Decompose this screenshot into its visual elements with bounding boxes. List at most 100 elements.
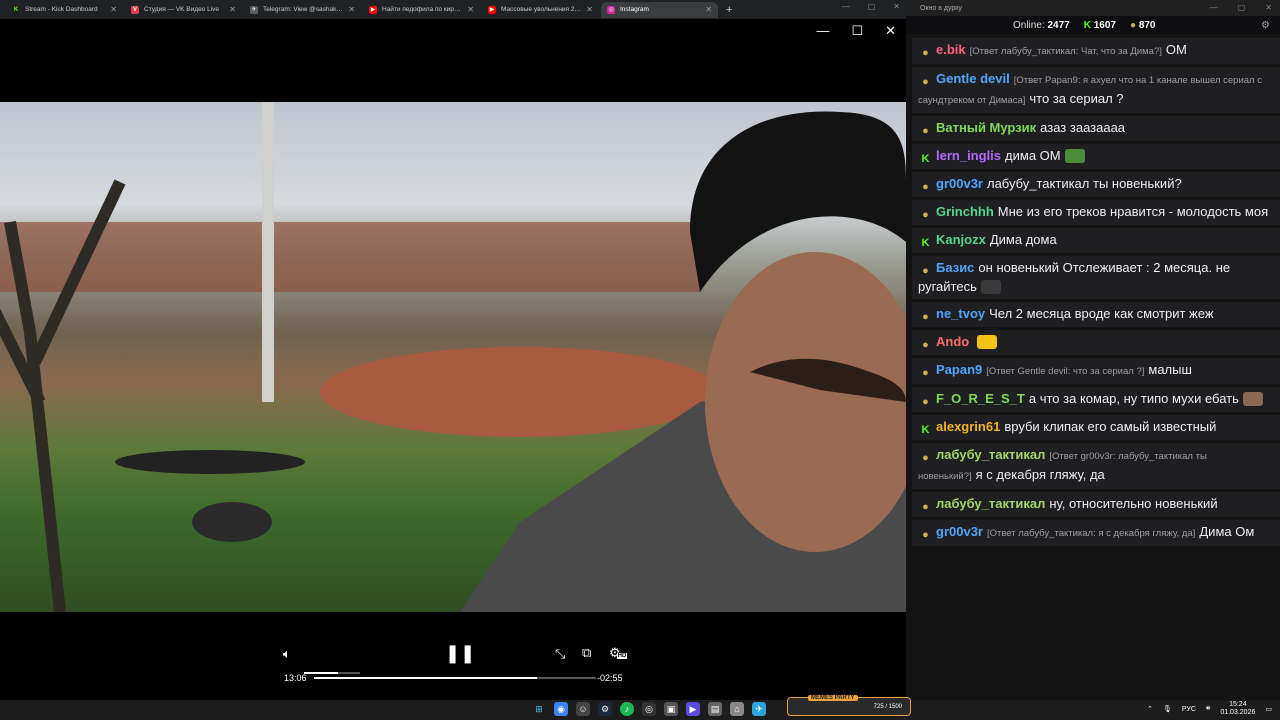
maximize-icon[interactable]: ▢ bbox=[1238, 3, 1246, 12]
online-stat: Online: 2477 bbox=[1013, 20, 1070, 31]
chat-username[interactable]: лабубу_тактикал bbox=[936, 447, 1045, 462]
chat-username[interactable]: Gentle devil bbox=[936, 71, 1010, 86]
chat-username[interactable]: Papan9 bbox=[936, 362, 982, 377]
clock[interactable]: 15:24 01.03.2026 bbox=[1220, 701, 1255, 717]
browser-tab[interactable]: ▶ Массовые увольнения 2026. ✕ bbox=[482, 2, 599, 18]
quality-settings-icon[interactable]: ⚙HD bbox=[609, 645, 628, 661]
tab-title: Студия — VK Видео Live bbox=[144, 6, 220, 13]
chat-message: ● Базис он новенький Отслеживает : 2 месяц… bbox=[912, 256, 1280, 299]
notification-icon[interactable]: ▭ bbox=[1265, 705, 1272, 713]
chat-username[interactable]: Kanjozx bbox=[936, 232, 986, 247]
steam-icon[interactable]: ⚙ bbox=[598, 702, 612, 716]
chat-text: Мне из его треков нравится - молодость м… bbox=[997, 204, 1269, 219]
chat-username[interactable]: Базис bbox=[936, 260, 974, 275]
browser-tab[interactable]: ▶ Найти педофила по кирпичу ✕ bbox=[363, 2, 480, 18]
windows-taskbar: ⊞ ◉ ☺ ⚙ ♪ ◎ ▣ ▶ ▤ ⌂ ✈ ⌃ 🎙︎ РУС 🔊︎ 15:24 0… bbox=[0, 700, 1280, 720]
chat-message-list: ● e.bik [Ответ лабубу_тактикал: Чат, что з… bbox=[912, 38, 1280, 549]
chat-username[interactable]: gr00v3r bbox=[936, 524, 983, 539]
hd-label: HD bbox=[616, 653, 628, 659]
pepe-badge-icon: ● bbox=[922, 311, 929, 323]
chat-message: ● лабубу_тактикал [Ответ gr00v3r: лабубу_т… bbox=[912, 443, 1280, 489]
new-tab-button[interactable]: + bbox=[726, 4, 732, 16]
picture-in-picture-icon[interactable]: ⧉ bbox=[582, 645, 591, 661]
telegram-icon[interactable]: ✈ bbox=[752, 702, 766, 716]
chat-username[interactable]: F_O_R_E_S_T bbox=[936, 391, 1025, 406]
chat-message: ● e.bik [Ответ лабубу_тактикал: Чат, что з… bbox=[912, 38, 1280, 64]
exit-fullscreen-icon[interactable]: ⤡ bbox=[555, 646, 565, 662]
other-count: 870 bbox=[1138, 19, 1156, 31]
obs-icon[interactable]: ◎ bbox=[642, 702, 656, 716]
chat-username[interactable]: alexgrin61 bbox=[936, 419, 1000, 434]
media-icon[interactable]: ▶ bbox=[686, 702, 700, 716]
maximize-icon[interactable]: ▢ bbox=[868, 2, 876, 11]
close-icon[interactable]: ✕ bbox=[893, 2, 900, 11]
chat-window-title: Окно в дурку bbox=[920, 4, 962, 12]
video-frame[interactable] bbox=[0, 102, 906, 612]
chrome-icon[interactable]: ◉ bbox=[554, 702, 568, 716]
chat-message: ● gr00v3r лабубу_тактикал ты новенький? bbox=[912, 172, 1280, 197]
app-icon-2[interactable]: ▤ bbox=[708, 702, 722, 716]
tab-close-icon[interactable]: ✕ bbox=[229, 5, 236, 14]
volume-tray-icon[interactable]: 🔊︎ bbox=[1206, 705, 1210, 713]
tab-title: Найти педофила по кирпичу bbox=[382, 6, 463, 13]
minimize-icon[interactable]: — bbox=[816, 23, 829, 39]
kick-count: 1607 bbox=[1093, 19, 1116, 31]
settings-icon[interactable]: ⚙ bbox=[1261, 20, 1270, 31]
chat-username[interactable]: Ando bbox=[936, 334, 969, 349]
app-icon[interactable]: ▣ bbox=[664, 702, 678, 716]
browser-tab[interactable]: K Stream - Kick Dashboard ✕ bbox=[6, 2, 123, 18]
chat-username[interactable]: gr00v3r bbox=[936, 176, 983, 191]
close-icon[interactable]: ✕ bbox=[1265, 3, 1272, 12]
chat-window-titlebar: Окно в дурку — ▢ ✕ bbox=[906, 0, 1280, 16]
windows-start-icon[interactable]: ⊞ bbox=[532, 702, 546, 716]
discord-icon[interactable]: ☺ bbox=[576, 702, 590, 716]
browser-tab[interactable]: V Студия — VK Видео Live ✕ bbox=[125, 2, 242, 18]
chat-message: ● Papan9 [Ответ Gentle devil: что за сериа… bbox=[912, 358, 1280, 384]
reply-quote: [Ответ лабубу_тактикал: я с декабря гляж… bbox=[986, 528, 1196, 539]
chat-username[interactable]: Grinchhh bbox=[936, 204, 994, 219]
maximize-icon[interactable]: ☐ bbox=[851, 23, 863, 39]
kick-icon: K bbox=[1083, 19, 1091, 31]
pepe-badge-icon: ● bbox=[922, 265, 929, 277]
mic-icon[interactable]: 🎙︎ bbox=[1163, 705, 1172, 713]
pause-icon[interactable]: ❚❚ bbox=[445, 643, 475, 664]
tab-close-icon[interactable]: ✕ bbox=[705, 5, 712, 14]
volume-slider[interactable] bbox=[304, 672, 360, 674]
minimize-icon[interactable]: — bbox=[842, 2, 850, 11]
spotify-icon[interactable]: ♪ bbox=[620, 702, 634, 716]
chat-username[interactable]: e.bik bbox=[936, 42, 966, 57]
chat-message: ● лабубу_тактикал ну, относительно новеньк… bbox=[912, 492, 1280, 517]
chat-username[interactable]: ne_tvoy bbox=[936, 306, 985, 321]
chat-text: я с декабря гляжу, да bbox=[975, 467, 1105, 482]
volume-icon[interactable]: 🔈︎ bbox=[283, 646, 291, 662]
app-icon-3[interactable]: ⌂ bbox=[730, 702, 744, 716]
seek-bar[interactable] bbox=[314, 677, 596, 679]
pepe-badge-icon: ● bbox=[922, 181, 929, 193]
chevron-up-icon[interactable]: ⌃ bbox=[1147, 705, 1153, 713]
tab-title: Stream - Kick Dashboard bbox=[25, 6, 98, 13]
minimize-icon[interactable]: — bbox=[1210, 3, 1218, 12]
browser-tab[interactable]: ◎ Instagram ✕ bbox=[601, 1, 718, 18]
tab-favicon-icon: ▶ bbox=[369, 5, 377, 14]
close-icon[interactable]: ✕ bbox=[885, 23, 896, 39]
language-indicator[interactable]: РУС bbox=[1182, 706, 1196, 713]
browser-tab-strip: K Stream - Kick Dashboard ✕ V Студия — VK Ви… bbox=[0, 0, 906, 19]
chat-username[interactable]: лабубу_тактикал bbox=[936, 496, 1045, 511]
pepe-badge-icon: ● bbox=[922, 452, 929, 464]
tab-close-icon[interactable]: ✕ bbox=[110, 5, 117, 14]
chat-text: дима ОМ bbox=[1005, 148, 1061, 163]
chat-username[interactable]: lern_inglis bbox=[936, 148, 1001, 163]
pepe-badge-icon: ● bbox=[922, 501, 929, 513]
reply-quote: [Ответ Gentle devil: что за сериал ?] bbox=[986, 366, 1145, 377]
tab-favicon-icon: ◎ bbox=[607, 5, 615, 14]
browser-window-controls: — ▢ ✕ bbox=[842, 2, 900, 11]
tab-close-icon[interactable]: ✕ bbox=[348, 5, 355, 14]
tab-close-icon[interactable]: ✕ bbox=[467, 5, 474, 14]
tab-close-icon[interactable]: ✕ bbox=[586, 5, 593, 14]
browser-tab[interactable]: ✈ Telegram: View @sashakon ✕ bbox=[244, 2, 361, 18]
pepe-icon: ● bbox=[1129, 19, 1137, 31]
chat-username[interactable]: Ватный Мурзик bbox=[936, 120, 1036, 135]
instagram-video-player: — ☐ ✕ 🔈︎ ❚❚ ⤡ ⧉ ⚙HD 13:06 -02:55 bbox=[0, 19, 906, 701]
remaining-time: -02:55 bbox=[597, 673, 623, 683]
chat-text: что за сериал ? bbox=[1029, 91, 1124, 106]
